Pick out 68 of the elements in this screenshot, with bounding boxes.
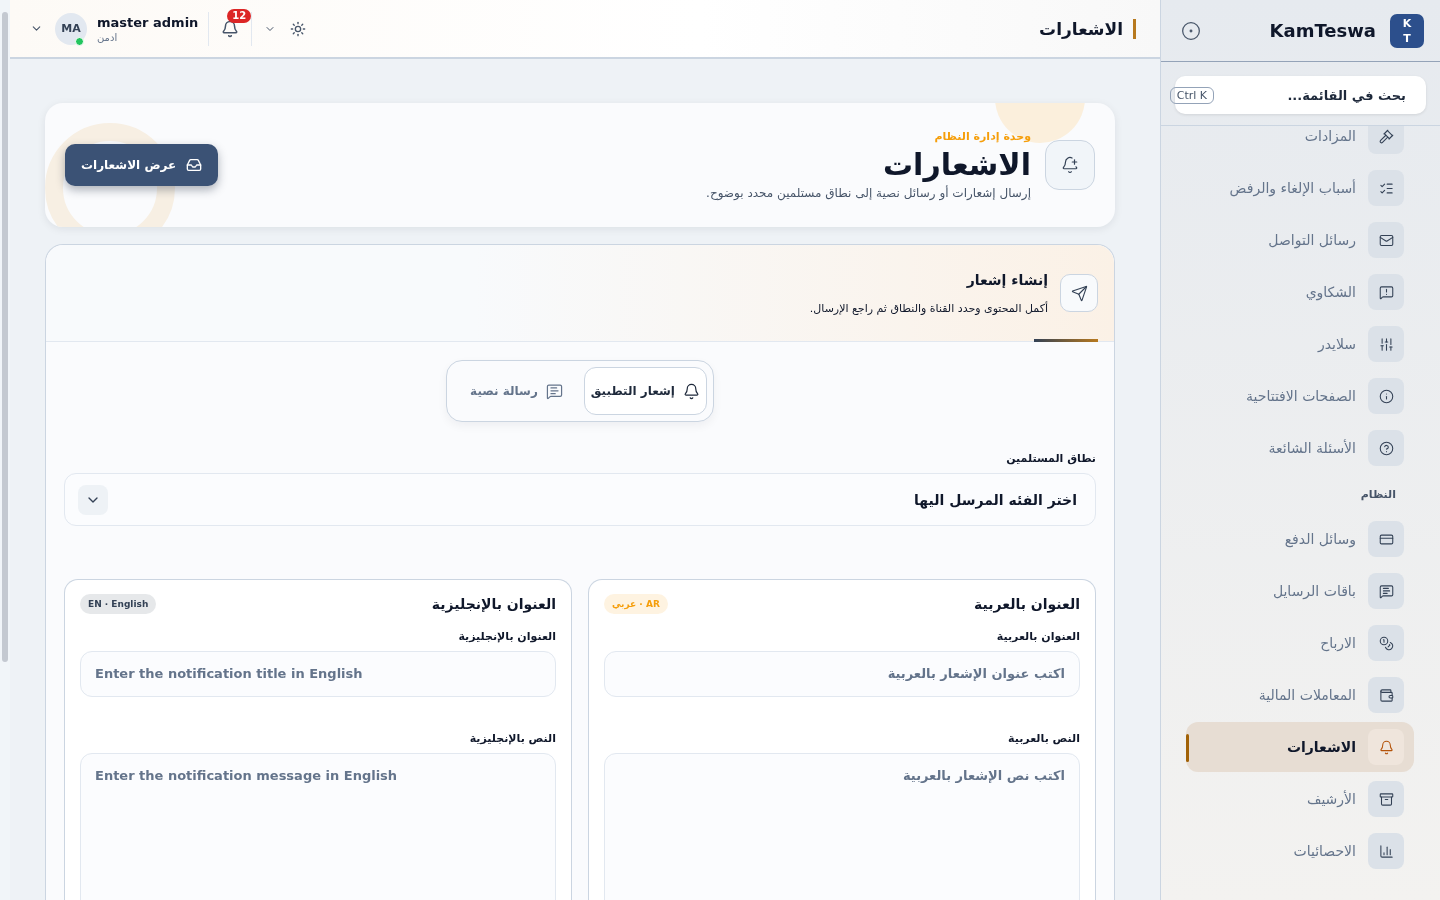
nav-item[interactable]: المزادات (1186, 126, 1404, 162)
info-icon (1378, 388, 1394, 404)
field-label: النص بالعربية (1007, 732, 1080, 745)
nav-item[interactable]: الأرشيف (1186, 773, 1404, 825)
nav-item[interactable]: وسائل الدفع (1186, 513, 1404, 565)
language-badge: AR · عربي (604, 594, 668, 614)
field-label: نطاق المستلمين (1005, 452, 1096, 465)
message-field[interactable]: Enter the notification message in English (80, 753, 556, 900)
sliders-icon (1378, 336, 1394, 352)
checklist-icon (1378, 180, 1394, 196)
bell-icon (1378, 739, 1394, 755)
field-label: العنوان بالعربية (995, 629, 1080, 643)
view-notifications-button[interactable]: عرض الاشعارات (65, 144, 219, 186)
search-input[interactable]: بحث في القائمة... (1222, 86, 1408, 104)
eyebrow-text: وحدة إدارة النظام (933, 130, 1031, 143)
channel-tab[interactable]: إشعار التطبيق (583, 367, 707, 415)
nav-item[interactable]: رسائل التواصل (1186, 214, 1404, 266)
nav-item[interactable]: باقات الرسايل (1186, 565, 1404, 617)
card-icon (1378, 531, 1394, 547)
send-icon (1060, 274, 1098, 312)
nav-item[interactable]: الاشعارات (1186, 722, 1414, 772)
chart-icon (1378, 843, 1394, 859)
user-name: master admin (97, 14, 199, 30)
hero-description: إرسال إشعارات أو رسائل نصية إلى نطاق مستلمين محدد بوضوح. (705, 186, 1031, 200)
notification-count: 12 (227, 8, 252, 23)
card-title: إنشاء إشعار (965, 271, 1048, 288)
card-subtitle: أكمل المحتوى وحدد القناة والنطاق ثم راجع الإرسال. (809, 301, 1048, 315)
bell-icon (682, 382, 700, 400)
help-icon (1378, 440, 1394, 456)
brand-name: KamTeswa (1268, 20, 1376, 41)
nav-item[interactable]: المعاملات المالية (1186, 669, 1404, 721)
title-field[interactable]: Enter the notification title in English (80, 650, 556, 698)
archive-icon (1378, 791, 1394, 807)
nav-item[interactable]: سلايدر (1186, 318, 1404, 370)
field-label: العنوان بالإنجليزية (457, 629, 556, 643)
gavel-icon (1378, 128, 1394, 144)
nav-item[interactable]: الصفحات الافتتاحية (1186, 370, 1404, 422)
nav-item[interactable]: الشكاوي (1186, 266, 1404, 318)
message-alert-icon (1378, 284, 1394, 300)
nav-group-title: النظام (1359, 487, 1397, 503)
page-title: الاشعارات (1039, 18, 1136, 39)
wallet-icon (1378, 687, 1394, 703)
shortcut-hint: Ctrl K (1169, 86, 1214, 104)
inbox-icon (186, 157, 203, 173)
chevron-icon (78, 484, 108, 515)
coins-icon (1378, 635, 1394, 651)
nav-item[interactable]: الاحصائيات (1186, 825, 1404, 877)
channel-tab[interactable]: رسالة نصية (453, 367, 580, 415)
title-field[interactable]: اكتب عنوان الإشعار بالعربية (604, 650, 1080, 698)
panel-title: العنوان بالإنجليزية (431, 596, 556, 612)
bell-plus-icon (1045, 140, 1095, 190)
message-field[interactable]: اكتب نص الإشعار بالعربية (604, 753, 1080, 900)
scope-select[interactable]: اختر الفئه المرسل اليها (64, 473, 1096, 526)
user-avatar[interactable]: MA (55, 12, 87, 45)
message-icon (545, 382, 563, 400)
user-role: ادمن (97, 31, 118, 43)
field-label: النص بالإنجليزية (468, 732, 556, 745)
hero-title: الاشعارات (881, 147, 1031, 182)
language-badge: EN · English (80, 594, 157, 614)
accent-line (1034, 339, 1098, 342)
nav-item[interactable]: أسباب الإلغاء والرفض (1186, 162, 1404, 214)
active-indicator (1186, 734, 1189, 762)
mail-icon (1378, 232, 1394, 248)
panel-title: العنوان بالعربية (974, 596, 1080, 612)
message-icon (1378, 583, 1394, 599)
nav-item[interactable]: الارباح (1186, 617, 1404, 669)
nav-item[interactable]: الأسئلة الشائعة (1186, 422, 1404, 474)
brand-logo: K T (1390, 13, 1424, 48)
